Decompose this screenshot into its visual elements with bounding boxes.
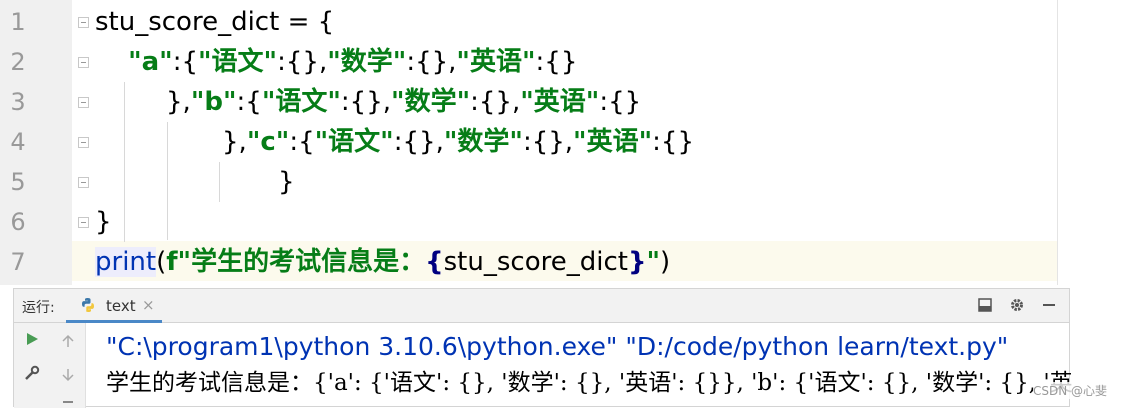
fstring-brace: { [425,247,444,277]
code-line-6: } [95,202,112,242]
python-icon [82,298,94,312]
string-literal: "英语" [573,127,653,157]
string-literal: "英语" [456,47,536,77]
punctuation: ( [156,247,167,277]
right-margin-guide [1057,0,1058,285]
soft-wrap-icon[interactable] [58,395,78,415]
punctuation: }, [222,127,247,157]
fold-marker-icon[interactable] [78,17,89,28]
play-icon[interactable] [22,331,42,351]
fold-marker-icon[interactable] [78,97,89,108]
run-side-toolbar [14,323,86,408]
code-line-2: "a":{"语文":{},"数学":{},"英语":{} [95,42,577,82]
builtin-function: print [95,247,157,277]
gear-icon[interactable] [1008,297,1026,315]
line-number: 6 [10,208,26,236]
code-line-7: print(f"学生的考试信息是：{stu_score_dict}") [95,242,670,282]
arrow-up-icon[interactable] [58,333,78,353]
tab-run-text[interactable]: text × [66,289,162,323]
line-number: 2 [10,48,26,76]
console-output-line: "C:\program1\python 3.10.6\python.exe" "… [106,332,1009,361]
run-label: 运行: [22,300,55,316]
string-literal: "数学" [443,127,523,157]
watermark: CSDN @心斐 [1032,382,1107,399]
punctuation: } [95,207,112,237]
run-header: 运行: text × [14,289,1069,323]
line-number: 3 [10,88,26,116]
string-literal: "语文" [198,47,278,77]
dict-key: "c" [246,127,290,157]
indent-guide [167,122,168,240]
minimize-icon[interactable] [1040,297,1058,315]
dict-key: "b" [190,87,237,117]
line-number: 5 [10,168,26,196]
punctuation: ) [660,247,671,277]
punctuation: :{}, [522,127,574,157]
punctuation: :{}, [470,87,521,117]
tab-label: text [106,297,136,315]
close-icon[interactable]: × [142,296,155,314]
line-number: 1 [10,8,26,36]
string-literal: "语文" [261,87,341,117]
indent-guide [219,162,220,202]
punctuation: }, [166,87,191,117]
variable: stu_score_dict [443,247,628,277]
punctuation: :{}, [406,47,457,77]
line-number: 4 [10,128,26,156]
punctuation: :{} [599,87,642,117]
layout-icon[interactable] [976,297,994,315]
fstring-prefix: f" [166,247,192,277]
code-line-5: } [278,162,295,202]
punctuation: :{} [535,47,578,77]
arrow-down-icon[interactable] [58,367,78,387]
punctuation: :{}, [393,127,444,157]
code-line-3: },"b":{"语文":{},"数学":{},"英语":{} [166,82,641,122]
line-number: 7 [10,248,26,276]
string-literal: 学生的考试信息是： [191,247,426,277]
code-editor[interactable]: 1 2 3 4 5 6 7 stu_score_dict = { "a":{"语… [0,0,1121,285]
string-literal: "语文" [314,127,394,157]
string-literal: "英语" [520,87,600,117]
punctuation: :{} [652,127,694,157]
wrench-icon[interactable] [22,365,42,385]
run-tool-window: 运行: text × "C:\program1\python 3.10.6\py… [13,288,1073,408]
punctuation: } [278,167,295,197]
code-line-1: stu_score_dict = { [95,2,334,42]
punctuation: :{ [236,87,262,117]
punctuation: :{}, [277,47,328,77]
punctuation: :{}, [340,87,392,117]
code-text: stu_score_dict = { [95,7,335,37]
code-line-4: },"c":{"语文":{},"数学":{},"英语":{} [222,122,694,162]
string-literal: "数学" [327,47,407,77]
punctuation: :{ [289,127,315,157]
fstring-end: " [646,247,661,277]
string-literal: "数学" [391,87,471,117]
fold-marker-icon[interactable] [78,57,89,68]
fold-marker-icon[interactable] [78,137,89,148]
fstring-brace: } [627,247,647,277]
fold-marker-icon[interactable] [78,177,89,188]
console-output-line: 学生的考试信息是：{'a': {'语文': {}, '数学': {}, '英语'… [106,370,1073,396]
dict-key: "a" [128,47,173,77]
fold-marker-icon[interactable] [78,217,89,228]
punctuation: :{ [172,47,199,77]
indent-guide [124,82,125,242]
